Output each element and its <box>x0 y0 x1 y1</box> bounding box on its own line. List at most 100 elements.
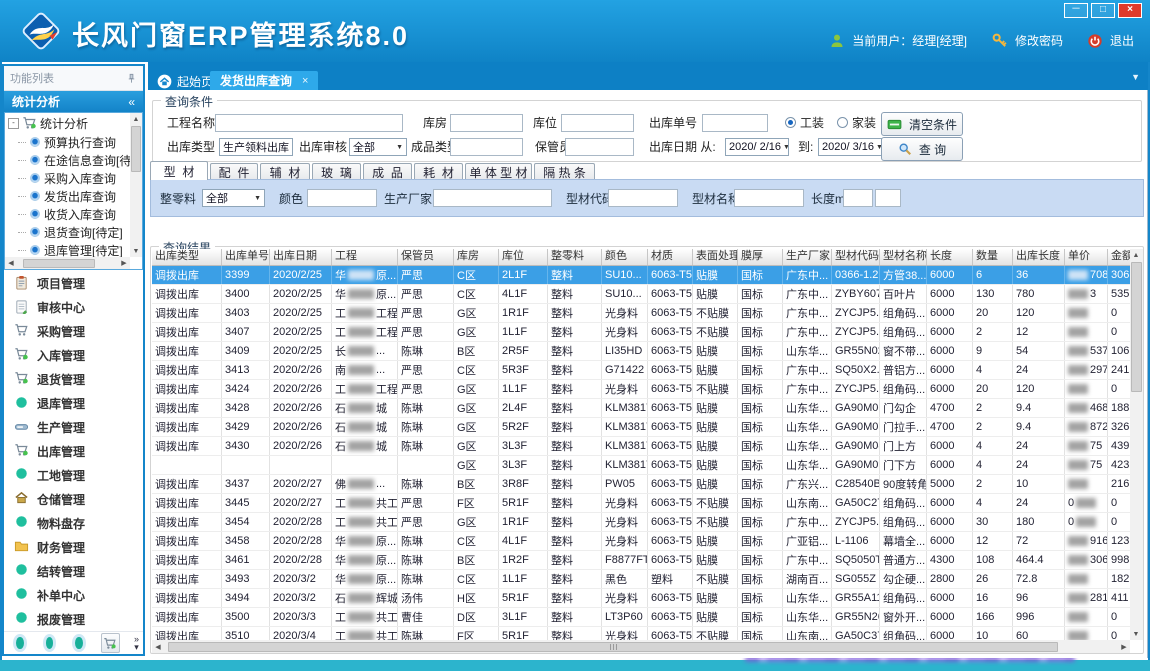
column-header-qty[interactable]: 数量 <box>973 249 1013 265</box>
material-tab-配件[interactable]: 配 件 <box>210 163 258 180</box>
collapse-icon[interactable]: « <box>128 95 135 109</box>
table-row[interactable]: 调拨出库33992020/2/25华原...严思C区2L1F整料SU10...6… <box>152 266 1130 285</box>
length-to-input[interactable] <box>875 189 901 207</box>
tree-item[interactable]: 在途信息查询[待 <box>5 151 130 169</box>
column-header-len[interactable]: 长度 <box>927 249 973 265</box>
tree-vertical-scrollbar[interactable]: ▲ ▼ <box>130 113 142 257</box>
material-tab-隔热条[interactable]: 隔 热 条 <box>534 163 595 180</box>
maximize-button[interactable]: □ <box>1091 3 1115 18</box>
tree-item[interactable]: 采购入库查询 <box>5 169 130 187</box>
sidebar-group-补单中心[interactable]: 补单中心 <box>4 583 143 607</box>
whole-part-combo[interactable]: 全部▼ <box>202 189 265 207</box>
tree-expand-icon[interactable]: - <box>8 118 19 129</box>
sidebar-group-报废管理[interactable]: 报废管理 <box>4 607 143 631</box>
table-row[interactable]: 调拨出库34372020/2/27佛...陈琳B区3R8F整料PW056063-… <box>152 475 1130 494</box>
audit-combo[interactable]: 全部▼ <box>349 138 407 156</box>
table-row[interactable]: 调拨出库34452020/2/27工共工程严思F区5R1F整料光身料6063-T… <box>152 494 1130 513</box>
material-tab-型材[interactable]: 型 材 <box>150 161 208 180</box>
date-from-combo[interactable]: 2020/ 2/16▼ <box>725 138 789 156</box>
clear-conditions-button[interactable]: 清空条件 <box>881 112 963 136</box>
order-no-input[interactable] <box>702 114 768 132</box>
tree-item[interactable]: 退货查询[待定] <box>5 223 130 241</box>
sidebar-group-财务管理[interactable]: 财务管理 <box>4 535 143 559</box>
tree-root-node[interactable]: - 统计分析 <box>5 113 130 133</box>
search-button[interactable]: 查 询 <box>881 137 963 161</box>
radio-jiazhuang[interactable] <box>837 117 848 128</box>
table-row[interactable]: G区3L3F整料KLM38176063-T5贴膜国标山东华...GA90M09.… <box>152 456 1130 475</box>
material-tab-玻璃[interactable]: 玻 璃 <box>312 163 361 180</box>
material-tab-耗材[interactable]: 耗 材 <box>414 163 463 180</box>
column-header-surf[interactable]: 表面处理 <box>693 249 738 265</box>
column-header-film[interactable]: 膜厚 <box>738 249 783 265</box>
table-row[interactable]: 调拨出库34582020/2/28华原...陈琳C区4L1F整料光身料6063-… <box>152 532 1130 551</box>
date-to-combo[interactable]: 2020/ 3/16▼ <box>818 138 882 156</box>
column-header-whole[interactable]: 整零料 <box>548 249 602 265</box>
sidebar-group-退库管理[interactable]: 退库管理 <box>4 392 143 416</box>
table-row[interactable]: 调拨出库34542020/2/28工共工程严思G区1R1F整料光身料6063-T… <box>152 513 1130 532</box>
project-name-input[interactable] <box>215 114 403 132</box>
logout-link[interactable]: 退出 <box>1110 32 1134 49</box>
tab-list-dropdown-icon[interactable]: ▼ <box>1131 72 1140 82</box>
column-header-price[interactable]: 单价 <box>1065 249 1108 265</box>
column-header-outlen[interactable]: 出库长度 <box>1013 249 1065 265</box>
scroll-right-icon[interactable]: ▶ <box>1118 641 1130 653</box>
color-input[interactable] <box>307 189 377 207</box>
sidebar-group-物料盘存[interactable]: 物料盘存 <box>4 511 143 535</box>
table-row[interactable]: 调拨出库34612020/2/28华原...陈琳B区1R2F整料F8877FT6… <box>152 551 1130 570</box>
column-header-amount[interactable]: 金额 <box>1108 249 1130 265</box>
column-header-proj[interactable]: 工程 <box>332 249 398 265</box>
keeper-input[interactable] <box>565 138 634 156</box>
factory-input[interactable] <box>433 189 552 207</box>
length-from-input[interactable] <box>843 189 873 207</box>
out-type-combo[interactable]: 生产领料出库▼ <box>219 138 293 156</box>
column-header-name[interactable]: 型材名称 <box>880 249 927 265</box>
table-row[interactable]: 调拨出库34282020/2/26石城陈琳G区2L4F整料KLM38176063… <box>152 399 1130 418</box>
tree-item[interactable]: 收货入库查询 <box>5 205 130 223</box>
table-row[interactable]: 调拨出库34032020/2/25工工程严思G区1R1F整料光身料6063-T5… <box>152 304 1130 323</box>
sidebar-group-退货管理[interactable]: 退货管理 <box>4 368 143 392</box>
column-header-keeper[interactable]: 保管员 <box>398 249 454 265</box>
column-header-mat[interactable]: 材质 <box>648 249 693 265</box>
column-header-no[interactable]: 出库单号 <box>222 249 270 265</box>
scroll-right-icon[interactable]: ▶ <box>118 257 130 269</box>
profile-code-input[interactable] <box>608 189 678 207</box>
table-row[interactable]: 调拨出库34072020/2/25工工程严思G区1L1F整料光身料6063-T5… <box>152 323 1130 342</box>
sidebar-group-项目管理[interactable]: 项目管理 <box>4 272 143 296</box>
warehouse-input[interactable] <box>450 114 523 132</box>
material-tab-成品[interactable]: 成 品 <box>363 163 412 180</box>
pin-icon[interactable] <box>126 73 137 84</box>
sidebar-group-出库管理[interactable]: 出库管理 <box>4 440 143 464</box>
scroll-up-icon[interactable]: ▲ <box>130 113 142 125</box>
table-row[interactable]: 调拨出库34942020/3/2石辉城汤伟H区5R1F整料光身料6063-T5贴… <box>152 589 1130 608</box>
table-horizontal-scrollbar[interactable]: ◀ ▶ <box>152 640 1130 653</box>
table-row[interactable]: 调拨出库35102020/3/4工共工程陈琳F区5R1F整料光身料6063-T5… <box>152 627 1130 640</box>
tab-home[interactable]: 起始页 <box>151 72 219 90</box>
table-row[interactable]: 调拨出库34292020/2/26石城陈琳G区5R2F整料KLM38176063… <box>152 418 1130 437</box>
table-row[interactable]: 调拨出库34932020/3/2华原...陈琳C区1L1F整料黑色塑料不贴膜国标… <box>152 570 1130 589</box>
sidebar-group-入库管理[interactable]: 入库管理 <box>4 344 143 368</box>
group-dot-button[interactable] <box>75 637 83 649</box>
profile-name-input[interactable] <box>734 189 804 207</box>
tree-item[interactable]: 预算执行查询 <box>5 133 130 151</box>
column-header-type[interactable]: 出库类型 <box>152 249 222 265</box>
location-input[interactable] <box>561 114 634 132</box>
close-button[interactable]: × <box>1118 3 1142 18</box>
table-row[interactable]: 调拨出库35002020/3/3工共工程曹佳D区3L1F整料LT3P606063… <box>152 608 1130 627</box>
table-row[interactable]: 调拨出库34242020/2/26工工程严思G区1L1F整料光身料6063-T5… <box>152 380 1130 399</box>
scroll-up-icon[interactable]: ▲ <box>1130 249 1142 261</box>
sidebar-group-header-statistics[interactable]: 统计分析 « <box>4 91 143 112</box>
column-header-date[interactable]: 出库日期 <box>270 249 332 265</box>
table-row[interactable]: 调拨出库34302020/2/26石城陈琳G区3L3F整料KLM38176063… <box>152 437 1130 456</box>
group-dot-button[interactable] <box>46 637 54 649</box>
change-password-link[interactable]: 修改密码 <box>1015 32 1063 49</box>
table-row[interactable]: 调拨出库34092020/2/25长...陈琳B区2R5F整料LI35HD606… <box>152 342 1130 361</box>
minimize-button[interactable]: － <box>1064 3 1088 18</box>
column-header-color[interactable]: 颜色 <box>602 249 648 265</box>
material-tab-单体型材[interactable]: 单 体 型 材 <box>465 163 532 180</box>
group-cart-button[interactable] <box>101 633 121 653</box>
scroll-left-icon[interactable]: ◀ <box>152 641 164 653</box>
radio-gongzhuang[interactable] <box>785 117 796 128</box>
sidebar-group-审核中心[interactable]: 审核中心 <box>4 296 143 320</box>
scroll-down-icon[interactable]: ▼ <box>130 245 142 257</box>
column-header-code[interactable]: 型材代码 <box>832 249 880 265</box>
